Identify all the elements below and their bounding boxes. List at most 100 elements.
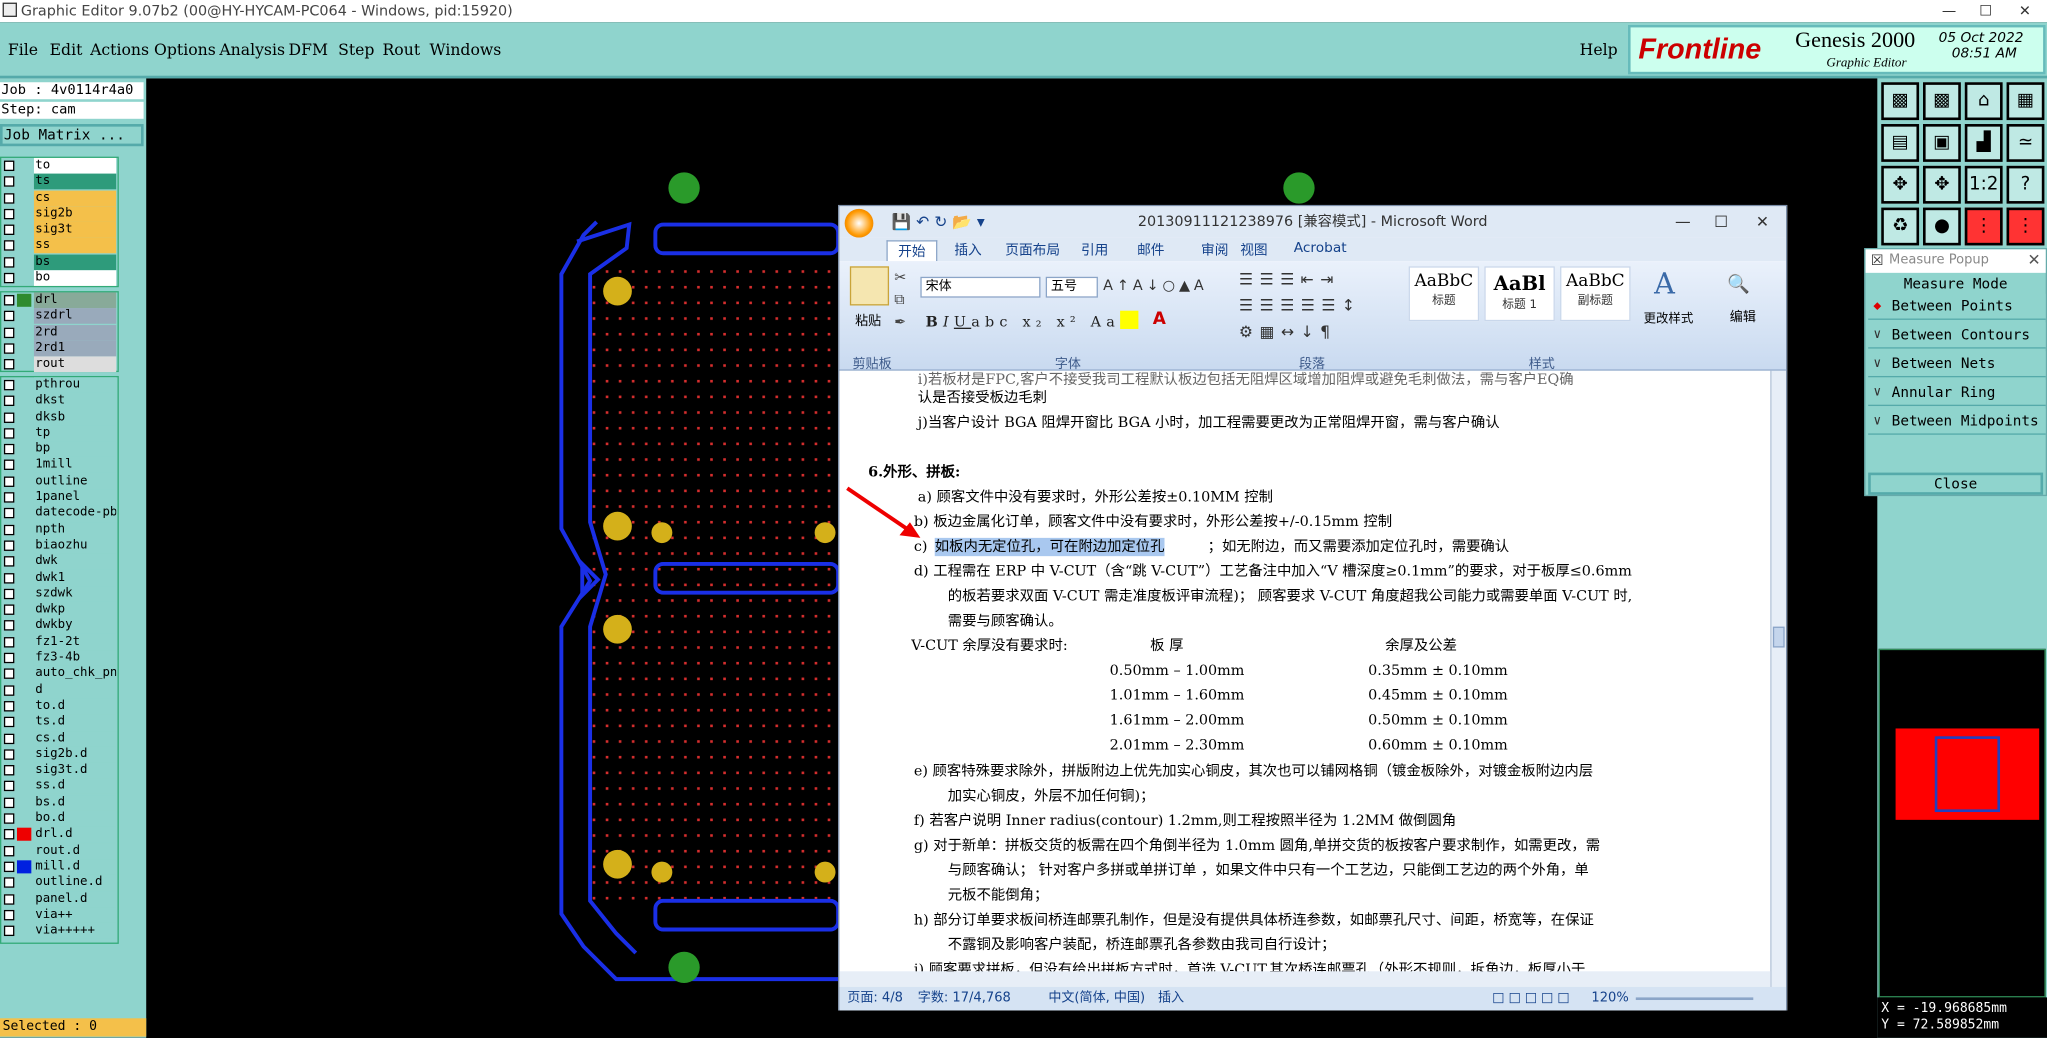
layer-row[interactable]: mill.d	[1, 858, 117, 875]
layer-checkbox[interactable]	[3, 295, 15, 306]
layer-checkbox[interactable]	[3, 652, 15, 664]
layer-row[interactable]: cs.d	[1, 730, 117, 747]
layer-checkbox[interactable]	[3, 700, 15, 712]
layer-checkbox[interactable]	[3, 765, 15, 776]
layer-row[interactable]: bo	[1, 270, 117, 287]
layer-row[interactable]: 2rd1	[1, 340, 117, 357]
highlight-icon[interactable]	[1120, 310, 1139, 329]
net2-icon[interactable]: ⋮	[2006, 207, 2045, 246]
layer-checkbox[interactable]	[3, 395, 15, 407]
layer-row[interactable]: via++	[1, 907, 117, 923]
word-minimize-icon[interactable]: —	[1675, 206, 1691, 237]
layer-row[interactable]: via+++++	[1, 923, 117, 939]
quick-access-toolbar[interactable]: 💾 ↶ ↻ 📂 ▾	[892, 206, 985, 237]
layer-row[interactable]: bs	[1, 254, 117, 270]
zoom-slider[interactable]	[1635, 997, 1754, 1001]
layer-checkbox[interactable]	[3, 256, 15, 268]
layer-row[interactable]: d	[1, 682, 117, 698]
layer-checkbox[interactable]	[3, 620, 15, 632]
layer-checkbox[interactable]	[3, 311, 15, 322]
menu-dfm[interactable]: DFM	[289, 40, 328, 58]
office-button-icon[interactable]	[844, 208, 874, 238]
font-format-icons[interactable]: BIUabc x₂ x² Aa	[926, 313, 1120, 330]
layer-row[interactable]: dksb	[1, 409, 117, 426]
layer-checkbox[interactable]	[3, 343, 15, 354]
layer-row[interactable]: ss	[1, 238, 117, 254]
layer-row[interactable]: ss.d	[1, 778, 117, 795]
layer-checkbox[interactable]	[3, 176, 15, 188]
layer-checkbox[interactable]	[3, 572, 15, 583]
layer-checkbox[interactable]	[3, 208, 15, 220]
layer-checkbox[interactable]	[3, 861, 15, 872]
menu-file[interactable]: File	[8, 40, 38, 58]
redraw-icon[interactable]: ♻	[1881, 207, 1920, 246]
word-window[interactable]: 💾 ↶ ↻ 📂 ▾ 20130911121238976 [兼容模式] - Mic…	[838, 204, 1788, 1011]
layer-row[interactable]: fz3-4b	[1, 650, 117, 666]
menu-windows[interactable]: Windows	[430, 40, 502, 58]
layer-checkbox[interactable]	[3, 428, 15, 439]
layer-row[interactable]: dkst	[1, 393, 117, 410]
paragraph-icons[interactable]: ☰☰☰⇤⇥ ☰☰☰☰☰↕ ⚙▦↔↓¶	[1239, 266, 1362, 344]
font-name-field[interactable]: 宋体	[920, 276, 1041, 298]
pan-right-icon[interactable]: ▣	[1923, 124, 1961, 162]
measure-mode-between-nets[interactable]: ∨ Between Nets	[1868, 351, 2046, 378]
measure-close-button[interactable]: Close	[1868, 472, 2044, 495]
layer-row[interactable]: drl.d	[1, 826, 117, 843]
layer-checkbox[interactable]	[3, 797, 15, 808]
zoom-in-icon[interactable]: ✥	[1881, 165, 1920, 204]
word-close-icon[interactable]: ✕	[1756, 206, 1769, 237]
layer-row[interactable]: tp	[1, 425, 117, 442]
layer-row[interactable]: dwkp	[1, 602, 117, 618]
layer-checkbox[interactable]	[3, 460, 15, 471]
zoom-out-icon[interactable]: ✥	[1923, 165, 1961, 204]
ribbon-tab-3[interactable]: 引用	[1081, 240, 1108, 260]
net-icon[interactable]: ⋮	[1964, 207, 2003, 246]
word-maximize-icon[interactable]: ☐	[1714, 206, 1728, 237]
ribbon-tab-5[interactable]: 审阅	[1201, 240, 1228, 260]
layer-row[interactable]: panel.d	[1, 891, 117, 907]
style-option[interactable]: AaBbC 标题	[1408, 266, 1480, 322]
layer-row[interactable]: 1mill	[1, 457, 117, 474]
menu-rout[interactable]: Rout	[383, 40, 421, 58]
ribbon-tab-0[interactable]: 开始	[886, 240, 938, 262]
zoom-home-icon[interactable]: ▩	[1881, 82, 1920, 121]
layer-checkbox[interactable]	[3, 192, 15, 204]
vertical-scrollbar[interactable]	[1770, 370, 1786, 987]
layer-checkbox[interactable]	[3, 845, 15, 856]
layer-row[interactable]: rout	[1, 356, 117, 373]
minimize-icon[interactable]: —	[1930, 0, 1969, 22]
layer-row[interactable]: drl	[1, 292, 117, 309]
layer-row[interactable]: cs	[1, 190, 117, 206]
help-icon[interactable]: ?	[2006, 165, 2045, 204]
status-words[interactable]: 字数: 17/4,768	[918, 987, 1011, 1010]
layer-row[interactable]: dwk1	[1, 569, 117, 586]
measure-mode-between-contours[interactable]: ∨ Between Contours	[1868, 322, 2046, 349]
layer-checkbox[interactable]	[3, 524, 15, 535]
layer-row[interactable]: szdrl	[1, 308, 117, 325]
selected-text[interactable]: 如板内无定位孔，可在附边加定位孔	[934, 537, 1165, 557]
snap-icon[interactable]: ≃	[2006, 124, 2045, 162]
layer-row[interactable]: sig3t	[1, 222, 117, 238]
layer-checkbox[interactable]	[3, 604, 15, 616]
status-page[interactable]: 页面: 4/8	[847, 987, 903, 1010]
font-size-field[interactable]: 五号	[1045, 276, 1098, 298]
status-zoom[interactable]: 120%	[1591, 987, 1628, 1010]
layer-checkbox[interactable]	[3, 717, 15, 728]
ribbon-tab-4[interactable]: 邮件	[1137, 240, 1164, 260]
layer-checkbox[interactable]	[3, 893, 15, 905]
layer-checkbox[interactable]	[3, 909, 15, 921]
layer-row[interactable]: szdwk	[1, 585, 117, 602]
edit-icon[interactable]: 🔍	[1727, 274, 1750, 295]
layer-checkbox[interactable]	[3, 508, 15, 519]
menu-options[interactable]: Options	[154, 40, 216, 58]
menu-help[interactable]: Help	[1580, 40, 1618, 58]
status-language[interactable]: 中文(简体, 中国)	[1048, 987, 1145, 1010]
split-icon[interactable]: ▟	[1964, 124, 2003, 162]
change-style-icon[interactable]: A	[1654, 269, 1675, 302]
layer-row[interactable]: dwkby	[1, 618, 117, 634]
maximize-icon[interactable]: ☐	[1966, 0, 2005, 22]
layer-row[interactable]: outline	[1, 473, 117, 490]
font-grow-shrink-icons[interactable]: A↑A↓○▲A	[1103, 277, 1208, 294]
layer-checkbox[interactable]	[3, 636, 15, 648]
layer-checkbox[interactable]	[3, 492, 15, 503]
